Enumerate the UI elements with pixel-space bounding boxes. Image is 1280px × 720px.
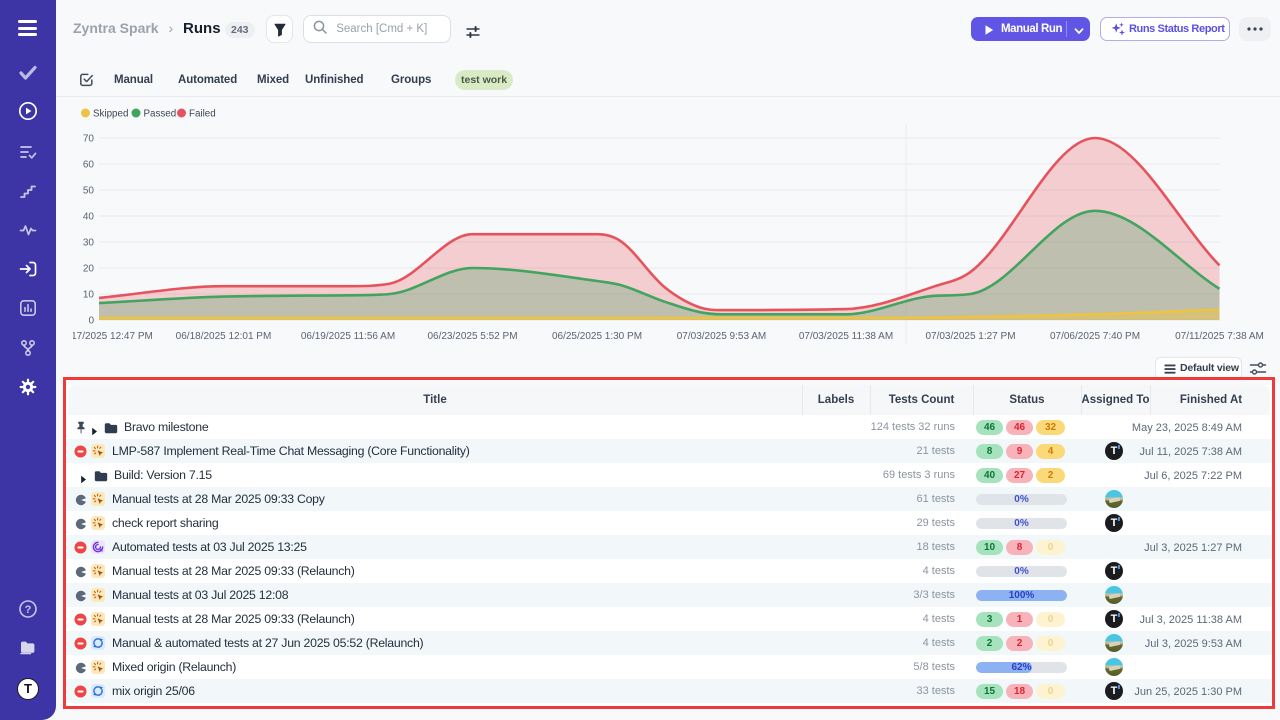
svg-text:20: 20 — [83, 264, 95, 275]
svg-text:06/17/2025 12:47 PM: 06/17/2025 12:47 PM — [73, 331, 153, 342]
svg-text:Passed: Passed — [144, 109, 177, 120]
svg-text:60: 60 — [83, 160, 95, 171]
svg-text:?: ? — [25, 604, 32, 616]
svg-text:07/03/2025 1:27 PM: 07/03/2025 1:27 PM — [925, 331, 1015, 342]
svg-text:06/25/2025 1:30 PM: 06/25/2025 1:30 PM — [552, 331, 642, 342]
svg-text:30: 30 — [83, 238, 95, 249]
svg-text:07/03/2025 11:38 AM: 07/03/2025 11:38 AM — [799, 331, 893, 342]
svg-text:Skipped: Skipped — [93, 109, 128, 120]
svg-text:40: 40 — [83, 212, 95, 223]
svg-text:50: 50 — [83, 186, 95, 197]
svg-text:06/18/2025 12:01 PM: 06/18/2025 12:01 PM — [176, 331, 272, 342]
svg-text:07/03/2025 9:53 AM: 07/03/2025 9:53 AM — [677, 331, 767, 342]
svg-text:06/23/2025 5:52 PM: 06/23/2025 5:52 PM — [427, 331, 517, 342]
svg-text:07/06/2025 7:40 PM: 07/06/2025 7:40 PM — [1050, 331, 1140, 342]
svg-text:Failed: Failed — [189, 109, 216, 120]
svg-text:10: 10 — [83, 290, 95, 301]
svg-text:70: 70 — [83, 134, 95, 145]
svg-text:07/11/2025 7:38 AM: 07/11/2025 7:38 AM — [1175, 331, 1264, 342]
svg-text:06/19/2025 11:56 AM: 06/19/2025 11:56 AM — [301, 331, 395, 342]
svg-text:0: 0 — [88, 316, 94, 327]
